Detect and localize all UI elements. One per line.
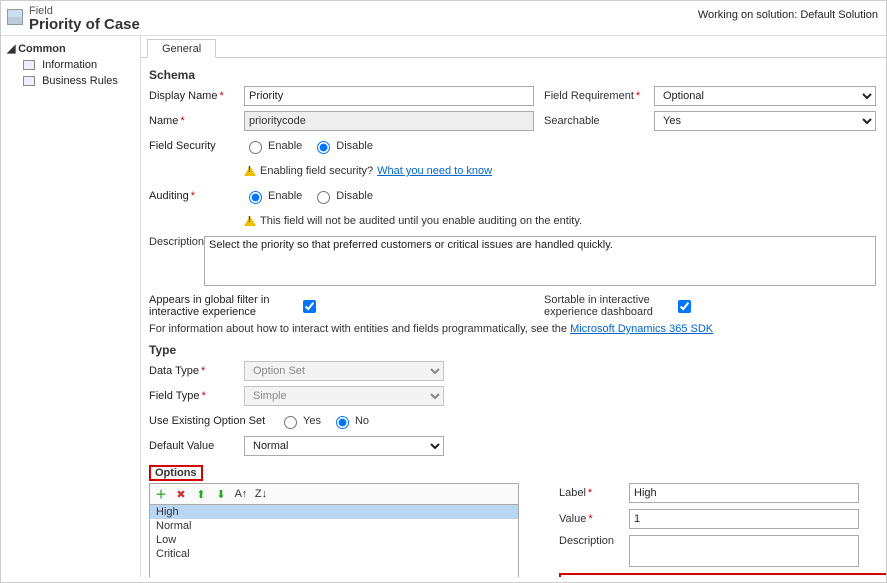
option-description-textarea[interactable] [629, 535, 859, 567]
name-input [244, 111, 534, 131]
option-value-input[interactable] [629, 509, 859, 529]
option-label-label: Label [559, 487, 629, 499]
field-security-link[interactable]: What you need to know [377, 165, 492, 177]
header-text: Field Priority of Case [29, 5, 140, 33]
move-down-button[interactable]: ⬇ [214, 487, 228, 501]
tab-general[interactable]: General [147, 39, 216, 58]
options-listbox[interactable]: High Normal Low Critical [149, 504, 519, 577]
sort-desc-button[interactable]: Z↓ [254, 487, 268, 501]
form-icon [23, 60, 35, 70]
sortable-dashboard-checkbox[interactable] [678, 300, 691, 313]
sdk-link[interactable]: Microsoft Dynamics 365 SDK [570, 323, 713, 335]
option-value-label: Value [559, 513, 629, 525]
option-description-label: Description [559, 535, 629, 547]
description-textarea[interactable] [204, 236, 876, 286]
sidebar-item-information[interactable]: Information [1, 57, 140, 73]
header-bar: Field Priority of Case Working on soluti… [1, 1, 886, 36]
options-toolbar: ＋ ✖ ⬆ ⬇ A↑ Z↓ [149, 483, 519, 504]
sidebar-group-common[interactable]: ◢ Common [1, 40, 140, 57]
use-existing-yes[interactable]: Yes [279, 413, 321, 429]
auditing-disable[interactable]: Disable [312, 188, 373, 204]
sortable-dashboard-label: Sortable in interactive experience dashb… [544, 294, 674, 318]
auditing-enable-radio[interactable] [249, 191, 262, 204]
warning-icon [244, 216, 256, 226]
option-item[interactable]: Low [150, 533, 518, 547]
field-security-disable[interactable]: Disable [312, 138, 373, 154]
searchable-label: Searchable [544, 115, 654, 127]
option-item[interactable]: Normal [150, 519, 518, 533]
option-color-row: Color [559, 573, 886, 577]
field-security-label: Field Security [149, 140, 244, 152]
option-label-input[interactable] [629, 483, 859, 503]
add-option-button[interactable]: ＋ [154, 487, 168, 501]
field-security-enable-radio[interactable] [249, 141, 262, 154]
sort-asc-button[interactable]: A↑ [234, 487, 248, 501]
tab-row: General [141, 38, 886, 58]
option-item[interactable]: Critical [150, 547, 518, 561]
entity-icon [7, 9, 23, 25]
default-value-select[interactable]: Normal [244, 436, 444, 456]
auditing-label: Auditing [149, 190, 244, 202]
display-name-input[interactable] [244, 86, 534, 106]
sdk-info-line: For information about how to interact wi… [149, 323, 876, 335]
description-label: Description [149, 236, 204, 248]
use-existing-yes-radio[interactable] [284, 416, 297, 429]
use-existing-label: Use Existing Option Set [149, 415, 279, 427]
sidebar-item-label: Information [42, 59, 97, 71]
schema-heading: Schema [149, 68, 876, 82]
auditing-warning: This field will not be audited until you… [260, 215, 582, 227]
use-existing-no[interactable]: No [331, 413, 369, 429]
type-heading: Type [149, 343, 876, 357]
field-type-select: Simple [244, 386, 444, 406]
field-requirement-select[interactable]: Optional [654, 86, 876, 106]
sidebar-item-business-rules[interactable]: Business Rules [1, 73, 140, 89]
field-security-warning: Enabling field security? [260, 165, 373, 177]
appears-global-filter-label: Appears in global filter in interactive … [149, 294, 299, 318]
field-requirement-label: Field Requirement [544, 90, 654, 102]
field-security-enable[interactable]: Enable [244, 138, 302, 154]
data-type-label: Data Type [149, 365, 244, 377]
solution-context: Working on solution: Default Solution [698, 5, 878, 21]
auditing-disable-radio[interactable] [317, 191, 330, 204]
display-name-label: Display Name [149, 90, 244, 102]
sidebar-group-label: Common [18, 43, 66, 55]
delete-option-button[interactable]: ✖ [174, 487, 188, 501]
options-heading: Options [149, 465, 203, 481]
sidebar-item-label: Business Rules [42, 75, 118, 87]
name-label: Name [149, 115, 244, 127]
field-security-disable-radio[interactable] [317, 141, 330, 154]
sidebar: ◢ Common Information Business Rules [1, 36, 141, 577]
auditing-enable[interactable]: Enable [244, 188, 302, 204]
searchable-select[interactable]: Yes [654, 111, 876, 131]
data-type-select: Option Set [244, 361, 444, 381]
warning-icon [244, 166, 256, 176]
page-title: Priority of Case [29, 16, 140, 33]
appears-global-filter-checkbox[interactable] [303, 300, 316, 313]
option-item[interactable]: High [150, 505, 518, 519]
rules-icon [23, 76, 35, 86]
default-value-label: Default Value [149, 440, 244, 452]
caret-icon: ◢ [7, 42, 15, 55]
use-existing-no-radio[interactable] [336, 416, 349, 429]
move-up-button[interactable]: ⬆ [194, 487, 208, 501]
field-type-label: Field Type [149, 390, 244, 402]
